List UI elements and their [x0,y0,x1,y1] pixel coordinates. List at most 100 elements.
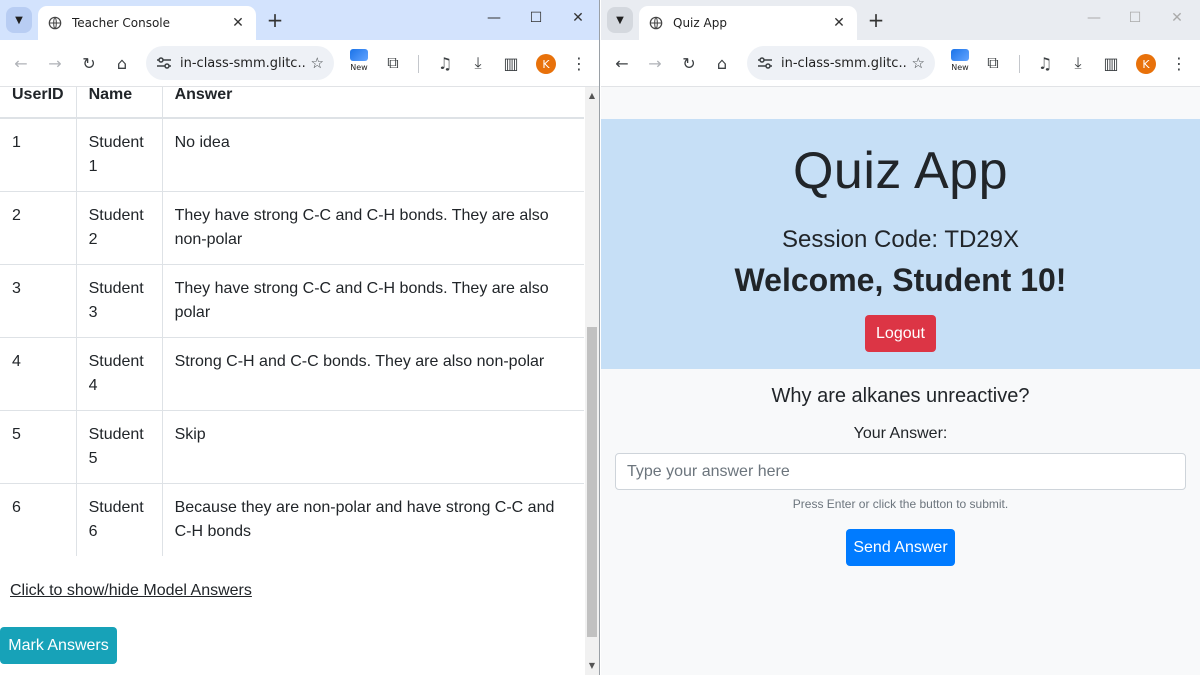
tab-strip: ▼ Teacher Console ✕ + — ☐ ✕ [0,0,599,40]
download-icon[interactable]: ⤓ [1067,52,1089,74]
tab-title: Teacher Console [72,16,170,30]
extensions-icon[interactable]: ⧉ [382,52,404,74]
answer-input[interactable]: Type your answer here [615,453,1186,490]
answer-cell: Strong C-H and C-C bonds. They are also … [162,337,584,411]
browser-toolbar: ← → ↻ ⌂ in-class-smm.glitc... ☆ New ⧉ ♫ … [0,40,599,87]
url-text: in-class-smm.glitc... [180,55,305,71]
new-tab-button[interactable]: + [264,9,286,31]
answer-cell: Skip [162,410,584,484]
answers-table: UserID Name Answer 1 Student 1 No idea 2… [0,87,584,556]
minimize-icon[interactable]: — [1084,10,1104,26]
name-cell: Student 5 [76,410,163,484]
extensions-icon[interactable]: ⧉ [982,52,1004,74]
table-row: 1 Student 1 No idea [0,117,584,192]
userid-cell: 1 [0,117,77,192]
menu-icon[interactable]: ⋮ [1168,52,1190,74]
globe-icon [48,16,62,30]
send-answer-button[interactable]: Send Answer [846,529,955,566]
table-row: 6 Student 6 Because they are non-polar a… [0,483,584,556]
media-controls-icon[interactable]: ♫ [434,52,456,74]
tab-search-button[interactable]: ▼ [6,7,32,33]
toolbar-separator [1019,55,1020,73]
home-icon[interactable]: ⌂ [711,52,733,74]
answer-cell: Because they are non-polar and have stro… [162,483,584,556]
tab-quiz-app[interactable]: Quiz App ✕ [639,6,857,40]
profile-avatar[interactable]: K [536,54,556,74]
site-info-icon[interactable] [757,56,773,70]
answer-cell: No idea [162,117,584,192]
new-feature-icon [951,49,969,61]
table-row: 2 Student 2 They have strong C-C and C-H… [0,191,584,265]
back-icon[interactable]: ← [611,52,633,74]
userid-cell: 6 [0,483,77,556]
tab-strip: ▼ Quiz App ✕ + — ☐ ✕ [601,0,1200,40]
close-tab-icon[interactable]: ✕ [831,15,847,31]
toggle-model-answers-link[interactable]: Click to show/hide Model Answers [10,582,252,600]
answer-cell: They have strong C-C and C-H bonds. They… [162,264,584,338]
new-feature-icon [350,49,368,61]
scroll-up-icon[interactable]: ▲ [585,91,599,100]
column-header-userid: UserID [0,87,77,119]
window-close-icon[interactable]: ✕ [1167,10,1187,26]
table-row: 5 Student 5 Skip [0,410,584,484]
scrollbar-thumb[interactable] [587,327,597,637]
close-tab-icon[interactable]: ✕ [230,15,246,31]
new-tab-button[interactable]: + [865,9,887,31]
new-feature-button[interactable]: New [949,49,971,79]
url-text: in-class-smm.glitc... [781,55,906,71]
minimize-icon[interactable]: — [484,10,504,26]
tab-title: Quiz App [673,16,727,30]
address-bar[interactable]: in-class-smm.glitc... ☆ [747,46,935,80]
table-row: 4 Student 4 Strong C-H and C-C bonds. Th… [0,337,584,411]
name-cell: Student 2 [76,191,163,265]
maximize-icon[interactable]: ☐ [1125,10,1145,26]
back-icon[interactable]: ← [10,52,32,74]
forward-icon[interactable]: → [644,52,666,74]
teacher-console-window: ▼ Teacher Console ✕ + — ☐ ✕ ← → ↻ ⌂ in-c… [0,0,600,675]
tab-teacher-console[interactable]: Teacher Console ✕ [38,6,256,40]
menu-icon[interactable]: ⋮ [568,52,590,74]
media-controls-icon[interactable]: ♫ [1034,52,1056,74]
welcome-heading: Welcome, Student 10! [734,262,1067,298]
profile-avatar[interactable]: K [1136,54,1156,74]
side-panel-icon[interactable]: ▥ [1100,52,1122,74]
home-icon[interactable]: ⌂ [111,52,133,74]
hero-banner: Quiz App Session Code: TD29X Welcome, St… [601,119,1200,369]
address-bar[interactable]: in-class-smm.glitc... ☆ [146,46,334,80]
new-badge-label: New [951,63,969,72]
quiz-app-page: Quiz App Session Code: TD29X Welcome, St… [601,87,1200,675]
reload-icon[interactable]: ↻ [78,52,100,74]
name-cell: Student 3 [76,264,163,338]
forward-icon[interactable]: → [44,52,66,74]
site-info-icon[interactable] [156,56,172,70]
globe-icon [649,16,663,30]
column-header-answer: Answer [162,87,584,119]
session-code: Session Code: TD29X [781,226,1020,253]
mark-answers-button[interactable]: Mark Answers [0,627,117,664]
logout-button[interactable]: Logout [865,315,936,352]
tab-search-button[interactable]: ▼ [607,7,633,33]
new-feature-button[interactable]: New [348,49,370,79]
scroll-down-icon[interactable]: ▼ [585,661,599,670]
answer-cell: They have strong C-C and C-H bonds. They… [162,191,584,265]
page-scrollbar[interactable]: ▲ ▼ [585,87,599,675]
window-close-icon[interactable]: ✕ [568,10,588,26]
maximize-icon[interactable]: ☐ [526,10,546,26]
bookmark-star-icon[interactable]: ☆ [912,54,925,72]
table-header-row: UserID Name Answer [0,87,584,119]
userid-cell: 4 [0,337,77,411]
userid-cell: 3 [0,264,77,338]
bookmark-star-icon[interactable]: ☆ [311,54,324,72]
download-icon[interactable]: ⤓ [467,52,489,74]
table-row: 3 Student 3 They have strong C-C and C-H… [0,264,584,338]
side-panel-icon[interactable]: ▥ [500,52,522,74]
submit-hint: Press Enter or click the button to submi… [792,497,1009,511]
quiz-app-window: ▼ Quiz App ✕ + — ☐ ✕ ← → ↻ ⌂ in-class-sm… [601,0,1200,675]
userid-cell: 2 [0,191,77,265]
page-title: Quiz App [792,142,1009,200]
answer-label: Your Answer: [853,425,948,442]
toolbar-separator [418,55,419,73]
question-text: Why are alkanes unreactive? [771,385,1030,407]
teacher-console-page: UserID Name Answer 1 Student 1 No idea 2… [0,87,585,675]
reload-icon[interactable]: ↻ [678,52,700,74]
